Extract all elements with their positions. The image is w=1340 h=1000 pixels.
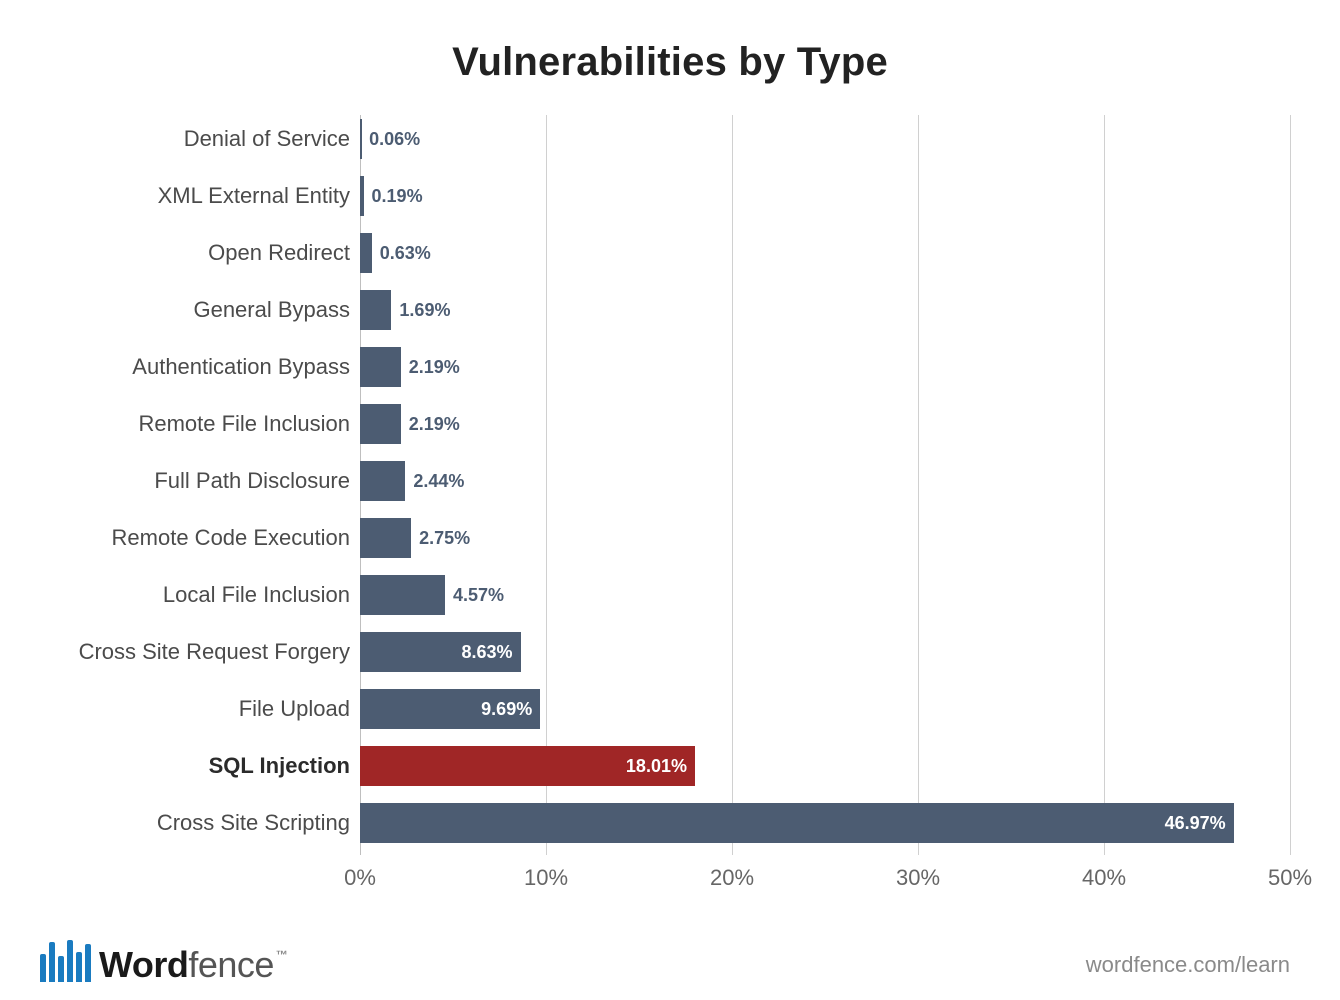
category-label: Open Redirect	[208, 240, 350, 266]
category-label: SQL Injection	[209, 753, 350, 779]
bar	[360, 461, 405, 501]
category-label: Local File Inclusion	[163, 582, 350, 608]
bar	[360, 518, 411, 558]
category-label: XML External Entity	[158, 183, 350, 209]
x-tick-label: 40%	[1082, 865, 1126, 891]
wordfence-logo: Wordfence™	[40, 938, 287, 982]
logo-word: Word	[99, 944, 188, 985]
value-label: 2.44%	[405, 461, 464, 501]
bar	[360, 290, 391, 330]
category-label: Cross Site Request Forgery	[79, 639, 350, 665]
value-label: 4.57%	[445, 575, 504, 615]
value-label: 9.69%	[360, 689, 540, 729]
value-label: 1.69%	[391, 290, 450, 330]
bar	[360, 233, 372, 273]
gridline	[1290, 115, 1291, 855]
value-label: 8.63%	[360, 632, 521, 672]
trademark-icon: ™	[276, 948, 288, 962]
logo-text: Wordfence™	[99, 947, 287, 983]
plot-area: Denial of Service XML External Entity Open…	[50, 115, 1290, 895]
value-label: 2.19%	[401, 404, 460, 444]
x-tick-label: 30%	[896, 865, 940, 891]
x-tick-label: 10%	[524, 865, 568, 891]
category-label: General Bypass	[193, 297, 350, 323]
chart-title: Vulnerabilities by Type	[50, 40, 1290, 85]
value-label: 0.63%	[372, 233, 431, 273]
value-label: 18.01%	[360, 746, 695, 786]
value-label: 46.97%	[360, 803, 1234, 843]
logo-fence: fence	[188, 944, 274, 985]
gridline	[732, 115, 733, 855]
value-label: 2.19%	[401, 347, 460, 387]
bar	[360, 404, 401, 444]
bar	[360, 347, 401, 387]
gridline	[918, 115, 919, 855]
chart-footer: Wordfence™ wordfence.com/learn	[40, 926, 1290, 982]
category-label: Denial of Service	[184, 126, 350, 152]
category-label: Cross Site Scripting	[157, 810, 350, 836]
x-tick-label: 20%	[710, 865, 754, 891]
category-label: Remote File Inclusion	[138, 411, 350, 437]
category-label: Full Path Disclosure	[154, 468, 350, 494]
source-link: wordfence.com/learn	[1086, 952, 1290, 978]
chart-grid: 0%10%20%30%40%50%0.06%0.19%0.63%1.69%2.1…	[360, 115, 1290, 855]
x-tick-label: 0%	[344, 865, 376, 891]
category-label: File Upload	[239, 696, 350, 722]
gridline	[546, 115, 547, 855]
value-label: 0.19%	[364, 176, 423, 216]
bar	[360, 575, 445, 615]
fence-icon	[40, 938, 91, 982]
gridline	[1104, 115, 1105, 855]
category-label: Remote Code Execution	[112, 525, 350, 551]
category-label: Authentication Bypass	[132, 354, 350, 380]
x-tick-label: 50%	[1268, 865, 1312, 891]
value-label: 0.06%	[361, 119, 420, 159]
y-axis-labels: Denial of Service XML External Entity Open…	[50, 115, 350, 895]
value-label: 2.75%	[411, 518, 470, 558]
